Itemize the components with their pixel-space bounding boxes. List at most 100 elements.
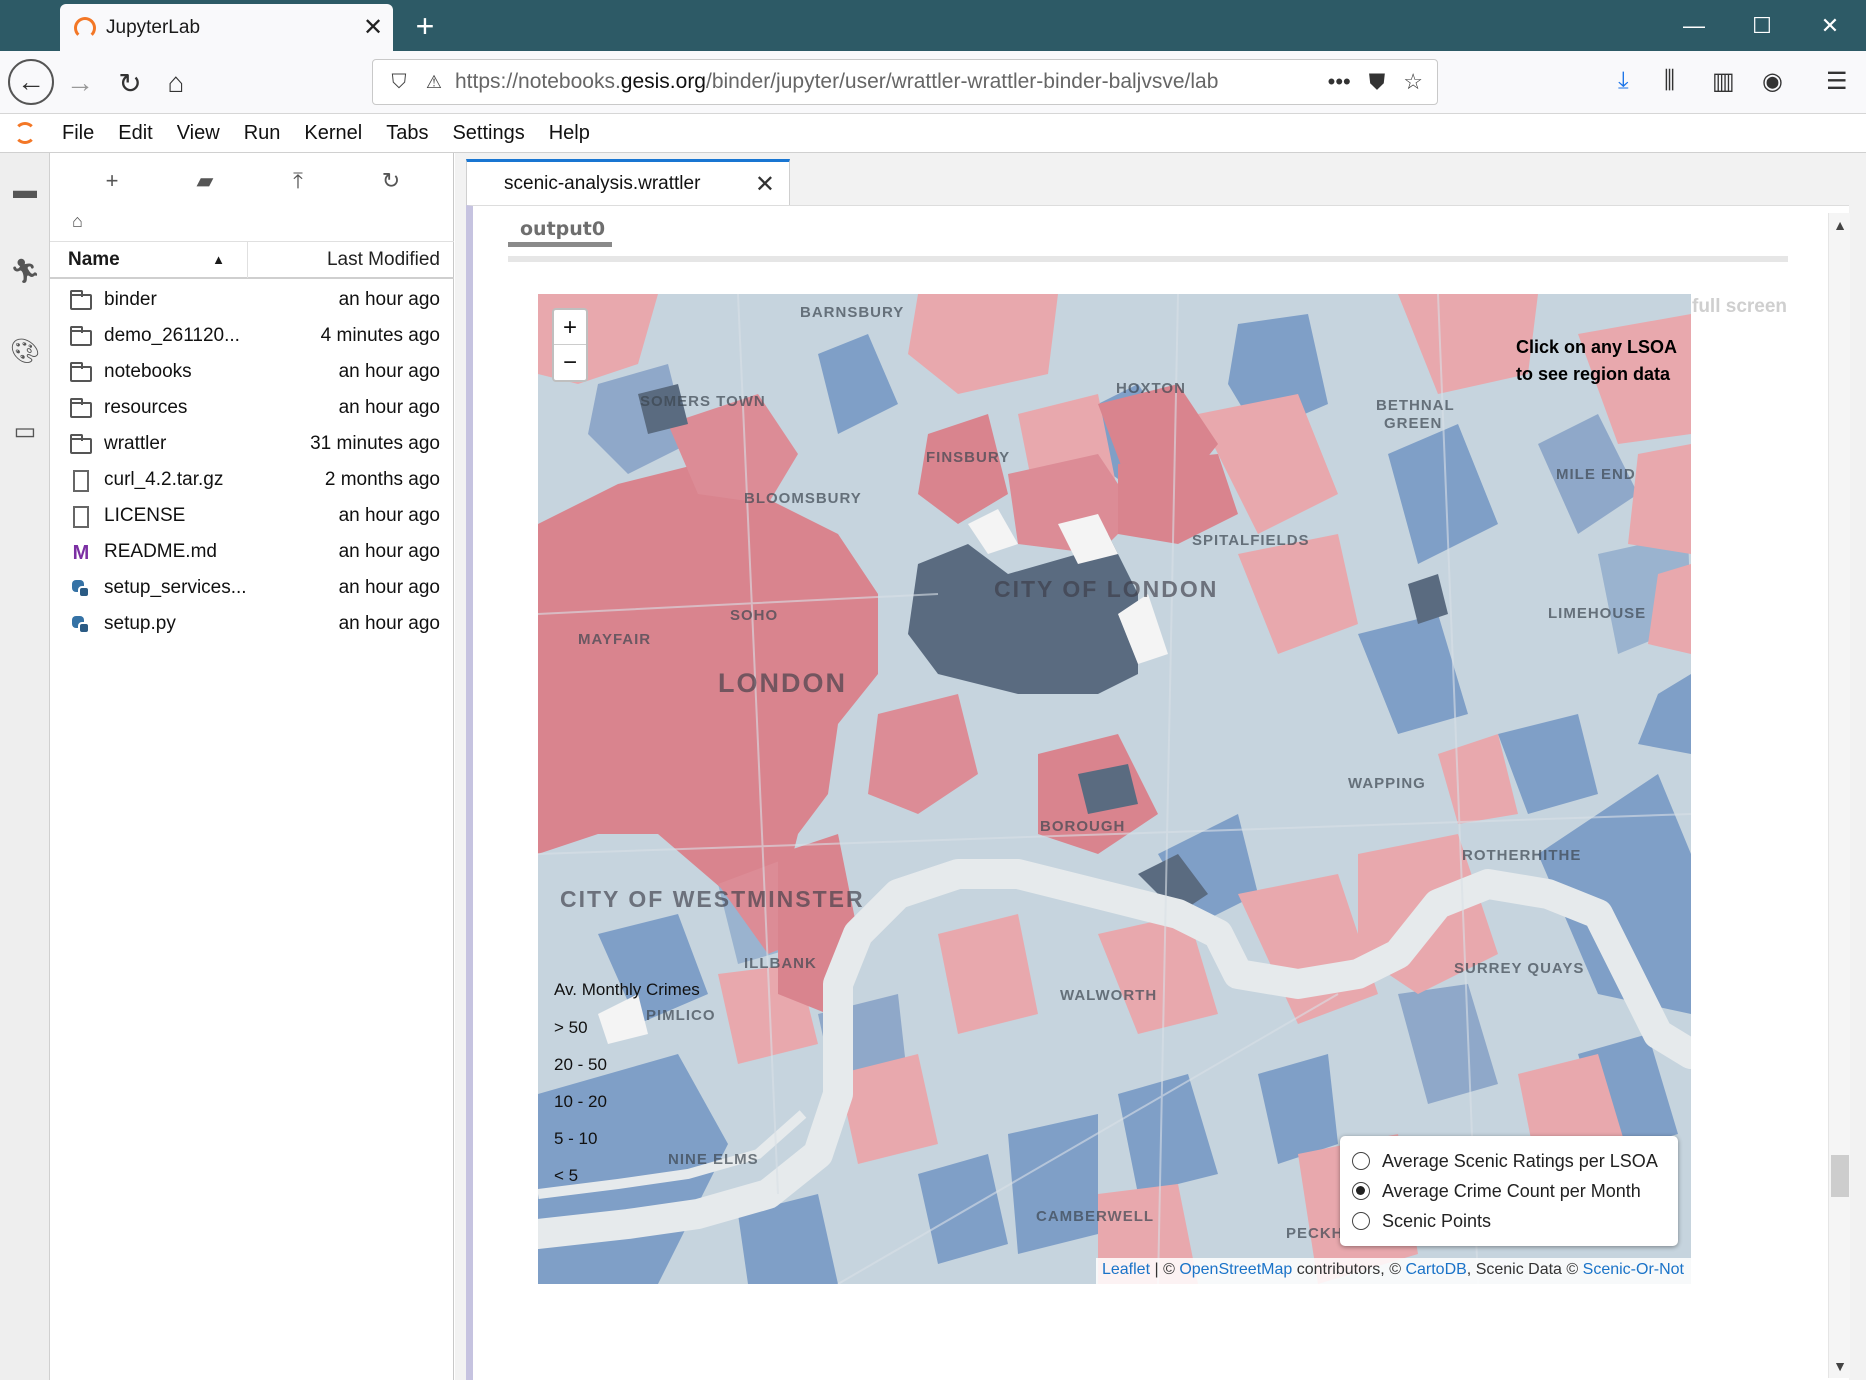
- menu-settings[interactable]: Settings: [440, 114, 536, 153]
- map-label: SURREY QUAYS: [1454, 960, 1585, 977]
- browser-tab[interactable]: JupyterLab ✕: [60, 4, 393, 51]
- column-name[interactable]: Name ▲: [50, 242, 248, 278]
- info-line-2: to see region data: [1515, 364, 1670, 384]
- upload-icon[interactable]: ⤒: [278, 163, 318, 199]
- file-row[interactable]: M README.md an hour ago: [50, 535, 454, 571]
- layer-option-scenic-points[interactable]: Scenic Points: [1352, 1206, 1666, 1236]
- folder-icon: [70, 398, 92, 418]
- pocket-icon[interactable]: ⛊: [1369, 69, 1386, 95]
- zoom-in-button[interactable]: +: [554, 310, 586, 345]
- scrollbar[interactable]: ▲ ▼: [1828, 213, 1850, 1378]
- full-screen-link[interactable]: full screen: [1692, 296, 1787, 318]
- jupyter-logo-icon: [0, 114, 50, 153]
- map-attribution: Leaflet | © OpenStreetMap contributors, …: [1095, 1258, 1691, 1284]
- file-row[interactable]: resources an hour ago: [50, 391, 454, 427]
- folder-icon[interactable]: ▬: [0, 177, 50, 205]
- jupyter-favicon-icon: [74, 16, 96, 39]
- menu-file[interactable]: File: [50, 114, 106, 153]
- folder-icon: [70, 362, 92, 382]
- file-row[interactable]: notebooks an hour ago: [50, 355, 454, 391]
- map-label: CITY OF WESTMINSTER: [560, 886, 865, 912]
- map-label: MAYFAIR: [578, 631, 652, 648]
- menu-run[interactable]: Run: [232, 114, 293, 153]
- page-actions-icon[interactable]: •••: [1328, 69, 1351, 95]
- insecure-lock-icon[interactable]: ⚠: [419, 72, 449, 93]
- scroll-down-icon[interactable]: ▼: [1829, 1358, 1851, 1374]
- osm-link[interactable]: OpenStreetMap: [1179, 1261, 1292, 1278]
- shield-icon[interactable]: ⛉: [379, 71, 419, 94]
- legend-title: Av. Monthly Crimes: [554, 980, 700, 999]
- new-launcher-icon[interactable]: +: [92, 163, 132, 199]
- back-arrow-icon[interactable]: ←: [8, 59, 54, 105]
- map-label: CITY OF LONDON: [994, 576, 1219, 602]
- hamburger-menu-icon[interactable]: ☰: [1826, 67, 1848, 96]
- minimize-icon[interactable]: —: [1660, 0, 1728, 51]
- home-icon[interactable]: ⌂: [154, 61, 198, 105]
- browser-tab-title: JupyterLab: [106, 16, 201, 38]
- layer-option-crime-count[interactable]: Average Crime Count per Month: [1352, 1176, 1666, 1206]
- scenic-or-not-link[interactable]: Scenic-Or-Not: [1583, 1261, 1684, 1278]
- zoom-out-button[interactable]: −: [554, 345, 586, 380]
- file-row[interactable]: LICENSE an hour ago: [50, 499, 454, 535]
- file-list-header: Name ▲ Last Modified: [50, 241, 454, 279]
- map-label: FINSBURY: [926, 449, 1011, 466]
- column-last-modified[interactable]: Last Modified: [327, 242, 440, 278]
- tabs-icon[interactable]: ▭: [0, 417, 50, 446]
- menu-view[interactable]: View: [165, 114, 232, 153]
- map-label: BETHNAL: [1376, 397, 1455, 414]
- markdown-icon: M: [72, 542, 90, 564]
- file-row[interactable]: curl_4.2.tar.gz 2 months ago: [50, 463, 454, 499]
- radio-button[interactable]: [1352, 1212, 1370, 1230]
- menu-help[interactable]: Help: [537, 114, 602, 153]
- radio-button-selected[interactable]: [1352, 1182, 1370, 1200]
- scroll-up-icon[interactable]: ▲: [1829, 217, 1851, 233]
- map-label: ROTHERHITHE: [1462, 847, 1582, 864]
- file-row[interactable]: binder an hour ago: [50, 283, 454, 319]
- forward-arrow-icon[interactable]: →: [58, 61, 102, 105]
- map-label: BARNSBURY: [800, 304, 905, 321]
- url-bar[interactable]: ⛉ ⚠ https://notebooks.gesis.org/binder/j…: [372, 59, 1438, 105]
- account-icon[interactable]: ◉: [1762, 67, 1783, 96]
- reload-icon[interactable]: ↻: [108, 61, 152, 105]
- legend-item: 20 - 50: [554, 1055, 607, 1074]
- bookmark-star-icon[interactable]: ☆: [1403, 69, 1423, 95]
- leaflet-link[interactable]: Leaflet: [1102, 1261, 1150, 1278]
- document-tab[interactable]: scenic-analysis.wrattler ✕: [466, 159, 790, 205]
- download-icon[interactable]: ⤓: [1618, 67, 1629, 95]
- radio-button[interactable]: [1352, 1152, 1370, 1170]
- file-row[interactable]: setup_services... an hour ago: [50, 571, 454, 607]
- file-row[interactable]: demo_261120... 4 minutes ago: [50, 319, 454, 355]
- menu-kernel[interactable]: Kernel: [292, 114, 374, 153]
- menu-edit[interactable]: Edit: [106, 114, 164, 153]
- running-icon[interactable]: 🏃︎: [0, 257, 50, 286]
- palette-icon[interactable]: 🎨︎: [0, 337, 50, 366]
- document-tab-close-icon[interactable]: ✕: [755, 170, 775, 199]
- folder-icon: [70, 326, 92, 346]
- file-icon: [73, 506, 89, 528]
- legend-item: 5 - 10: [554, 1129, 598, 1148]
- file-row[interactable]: setup.py an hour ago: [50, 607, 454, 643]
- home-breadcrumb-icon[interactable]: ⌂: [72, 211, 83, 232]
- legend-item: > 50: [554, 1018, 588, 1037]
- output-divider: [508, 256, 1788, 262]
- url-text[interactable]: https://notebooks.gesis.org/binder/jupyt…: [449, 70, 1328, 94]
- choropleth-map[interactable]: + − Click on any LSOA to see region data…: [538, 294, 1691, 1284]
- refresh-icon[interactable]: ↻: [371, 163, 411, 199]
- file-row[interactable]: wrattler 31 minutes ago: [50, 427, 454, 463]
- library-icon[interactable]: ⫼: [1664, 67, 1675, 95]
- new-folder-icon[interactable]: ▰: [185, 163, 225, 199]
- new-tab-icon[interactable]: +: [405, 6, 445, 46]
- tab-close-icon[interactable]: ✕: [353, 13, 393, 42]
- map-label: SPITALFIELDS: [1192, 532, 1310, 549]
- output-tab-label[interactable]: output0: [520, 218, 605, 240]
- map-legend: Av. Monthly Crimes > 50 20 - 50 10 - 20 …: [554, 980, 700, 1203]
- window-close-icon[interactable]: ✕: [1796, 0, 1864, 51]
- layer-option-scenic-ratings[interactable]: Average Scenic Ratings per LSOA: [1352, 1146, 1666, 1176]
- map-label: BLOOMSBURY: [744, 490, 862, 507]
- file-icon: [73, 470, 89, 492]
- cartodb-link[interactable]: CartoDB: [1405, 1261, 1466, 1278]
- maximize-icon[interactable]: ☐: [1728, 0, 1796, 51]
- scroll-thumb[interactable]: [1831, 1155, 1849, 1197]
- sidebar-icon[interactable]: ▥: [1712, 67, 1735, 96]
- menu-tabs[interactable]: Tabs: [374, 114, 440, 153]
